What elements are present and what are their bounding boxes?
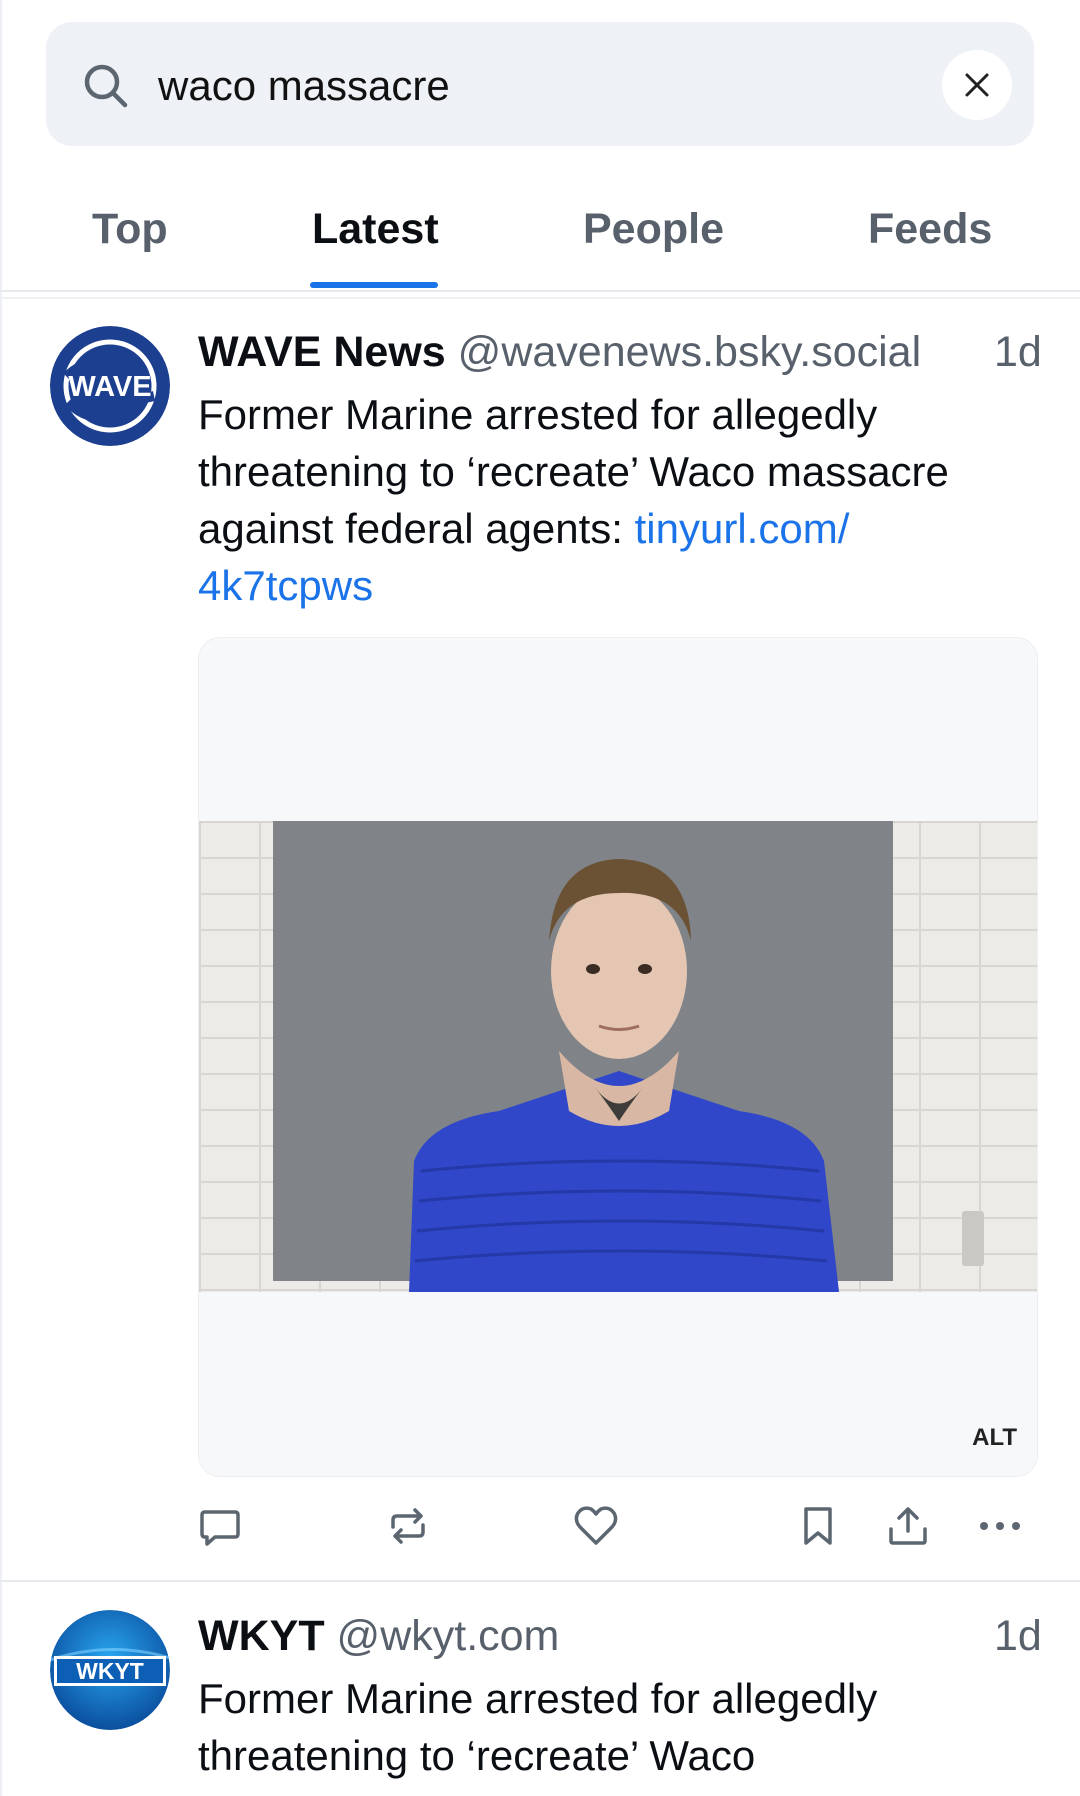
reply-button[interactable] (194, 1500, 246, 1552)
post-image-container[interactable]: ALT (198, 637, 1038, 1477)
mugshot-photo (199, 821, 1037, 1292)
post-text: Former Marine arrested for allegedly thr… (198, 386, 1038, 614)
post-text-fragment: against federal agents: (198, 505, 635, 552)
more-icon (980, 1522, 1020, 1530)
share-button[interactable] (882, 1500, 934, 1552)
alt-text-badge[interactable]: ALT (972, 1424, 1017, 1452)
clear-search-button[interactable] (942, 50, 1012, 120)
post-time: 1d (994, 328, 1042, 376)
post-header: WAVE News @wavenews.bsky.social (198, 326, 921, 378)
svg-text:WKYT: WKYT (76, 1658, 144, 1684)
author-name[interactable]: WKYT (198, 1612, 325, 1660)
active-tab-indicator (310, 282, 438, 288)
svg-text:WAVE: WAVE (68, 371, 151, 403)
post-text-line: threatening to ‘recreate’ Waco (198, 1732, 756, 1779)
post-time: 1d (994, 1612, 1042, 1660)
more-options-button[interactable] (974, 1500, 1026, 1552)
post-text-line: Former Marine arrested for allegedly (198, 1675, 878, 1722)
author-handle[interactable]: @wkyt.com (337, 1612, 560, 1660)
tab-latest[interactable]: Latest (312, 202, 439, 256)
post-text-line: Former Marine arrested for allegedly (198, 391, 878, 438)
repost-icon (391, 1508, 425, 1544)
search-input[interactable]: waco massacre (158, 62, 450, 110)
tab-top[interactable]: Top (92, 202, 168, 256)
bookmark-button[interactable] (792, 1500, 844, 1552)
author-name[interactable]: WAVE News (198, 328, 446, 376)
post-text-line: threatening to ‘recreate’ Waco massacre (198, 448, 949, 495)
avatar-wave-news[interactable]: WAVE (50, 326, 170, 446)
author-handle[interactable]: @wavenews.bsky.social (458, 328, 921, 376)
post-actions (0, 1500, 1080, 1560)
tabs-divider-shadow (0, 297, 1080, 299)
post-header: WKYT @wkyt.com (198, 1610, 559, 1662)
search-tabs: Top Latest People Feeds (0, 190, 1080, 290)
share-icon (889, 1507, 927, 1545)
wave-logo: WAVE (50, 326, 170, 446)
post-divider (0, 1580, 1080, 1582)
bookmark-icon (804, 1507, 832, 1545)
post-link[interactable]: tinyurl.com/ (635, 505, 850, 552)
search-results-screen: waco massacre Top Latest People Feeds WA… (0, 0, 1080, 1796)
post-text: Former Marine arrested for allegedly thr… (198, 1670, 1038, 1784)
post-link-continued[interactable]: 4k7tcpws (198, 557, 1038, 614)
post-text-line: against federal agents: tinyurl.com/ (198, 500, 1038, 557)
wkyt-logo: WKYT (50, 1610, 170, 1730)
like-icon (574, 1506, 618, 1545)
tabs-divider (0, 290, 1080, 292)
reply-icon (200, 1510, 240, 1546)
tab-feeds[interactable]: Feeds (868, 202, 992, 256)
avatar-wkyt[interactable]: WKYT (50, 1610, 170, 1730)
like-button[interactable] (570, 1500, 622, 1552)
tab-people[interactable]: People (583, 202, 724, 256)
close-icon (965, 73, 989, 97)
repost-button[interactable] (382, 1500, 434, 1552)
search-icon (84, 64, 128, 108)
